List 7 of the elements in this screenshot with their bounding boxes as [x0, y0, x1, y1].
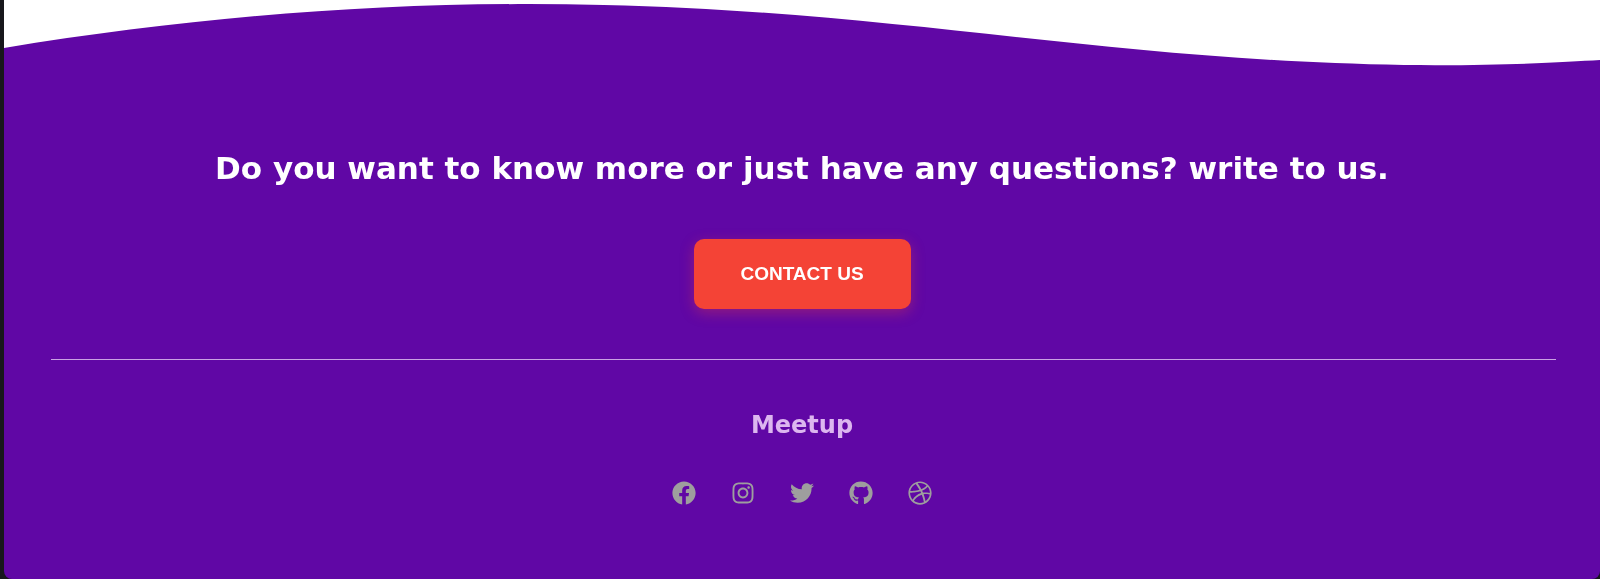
github-icon[interactable]: [849, 481, 873, 505]
cta-heading: Do you want to know more or just have any questions? write to us.: [215, 149, 1389, 188]
bird-icon[interactable]: [790, 481, 814, 505]
brand-name: Meetup: [750, 410, 854, 440]
instagram-icon[interactable]: [731, 481, 755, 505]
contact-button[interactable]: CONTACT US: [693, 239, 911, 309]
facebook-icon[interactable]: [672, 481, 696, 505]
